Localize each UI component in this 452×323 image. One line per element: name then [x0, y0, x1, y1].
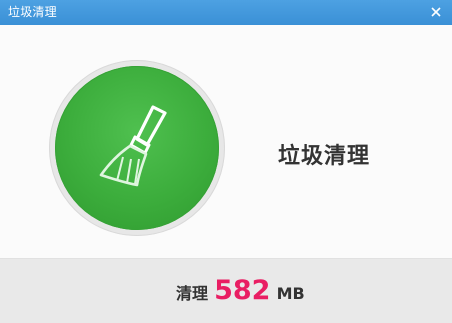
status-value: 582 — [214, 275, 271, 306]
status-unit: MB — [276, 284, 305, 303]
cleanup-status: 清理 582 MB — [176, 275, 305, 306]
close-icon[interactable] — [429, 4, 443, 18]
app-window: 垃圾清理 垃圾清理 清理 582 MB — [0, 0, 452, 323]
title-bar: 垃圾清理 — [0, 0, 452, 25]
broom-icon — [99, 105, 167, 187]
main-content: 垃圾清理 — [0, 25, 452, 258]
window-title: 垃圾清理 — [8, 5, 57, 19]
status-bar: 清理 582 MB — [0, 258, 452, 323]
status-prefix: 清理 — [176, 284, 209, 303]
page-title: 垃圾清理 — [278, 144, 371, 169]
